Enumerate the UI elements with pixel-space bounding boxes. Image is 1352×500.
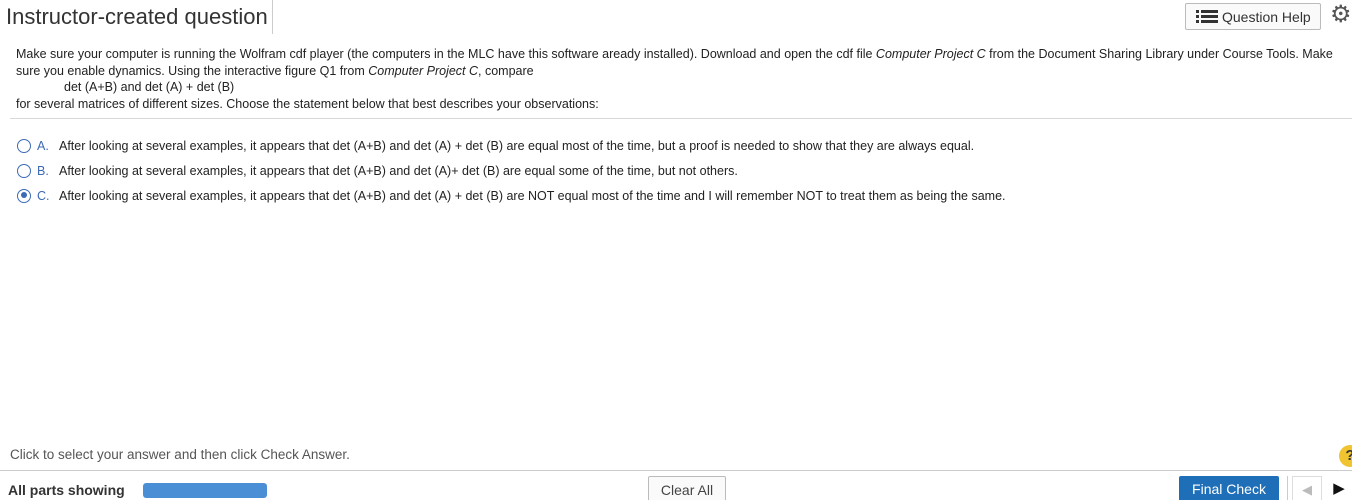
divider bbox=[10, 118, 1352, 119]
question-help-button[interactable]: Question Help bbox=[1185, 3, 1321, 30]
question-header: Instructor-created question Question Hel… bbox=[0, 0, 1352, 34]
option-letter: B. bbox=[37, 163, 49, 178]
parts-showing-label: All parts showing bbox=[8, 482, 125, 498]
instructions-text-3: , compare bbox=[478, 63, 534, 78]
option-letter: A. bbox=[37, 138, 49, 153]
formula: det (A+B) and det (A) + det (B) bbox=[64, 80, 235, 94]
title-divider bbox=[272, 0, 273, 34]
option-text: After looking at several examples, it ap… bbox=[59, 188, 1006, 203]
project-name: Computer Project C bbox=[875, 47, 986, 61]
answer-options: A. After looking at several examples, it… bbox=[17, 133, 1337, 208]
question-title: Instructor-created question bbox=[6, 4, 268, 29]
answer-hint: Click to select your answer and then cli… bbox=[10, 447, 350, 462]
help-icon[interactable]: ? bbox=[1339, 445, 1352, 467]
progress-fill bbox=[143, 483, 267, 498]
footer-divider bbox=[0, 470, 1352, 471]
next-icon[interactable]: ▶ bbox=[1326, 476, 1352, 500]
nav-divider bbox=[1287, 476, 1288, 500]
instructions-text-4: for several matrices of different sizes.… bbox=[16, 96, 599, 111]
option-text: After looking at several examples, it ap… bbox=[59, 163, 738, 178]
gear-icon[interactable]: ⚙ bbox=[1330, 2, 1352, 28]
question-help-label: Question Help bbox=[1222, 8, 1311, 25]
radio-a[interactable] bbox=[17, 138, 31, 153]
final-check-button[interactable]: Final Check bbox=[1179, 476, 1279, 500]
option-b[interactable]: B. After looking at several examples, it… bbox=[17, 158, 1337, 183]
clear-all-button[interactable]: Clear All bbox=[648, 476, 726, 500]
progress-bar bbox=[143, 483, 267, 498]
option-a[interactable]: A. After looking at several examples, it… bbox=[17, 133, 1337, 158]
option-letter: C. bbox=[37, 188, 50, 203]
instructions-text-1: Make sure your computer is running the W… bbox=[16, 47, 876, 61]
previous-icon[interactable]: ◀ bbox=[1292, 476, 1322, 500]
option-text: After looking at several examples, it ap… bbox=[59, 138, 975, 153]
radio-c[interactable] bbox=[17, 188, 31, 203]
project-name-2: Computer Project C bbox=[368, 63, 479, 78]
list-icon bbox=[1196, 9, 1218, 24]
radio-b[interactable] bbox=[17, 163, 31, 178]
option-c[interactable]: C. After looking at several examples, it… bbox=[17, 183, 1337, 208]
question-instructions: Make sure your computer is running the W… bbox=[16, 46, 1336, 112]
